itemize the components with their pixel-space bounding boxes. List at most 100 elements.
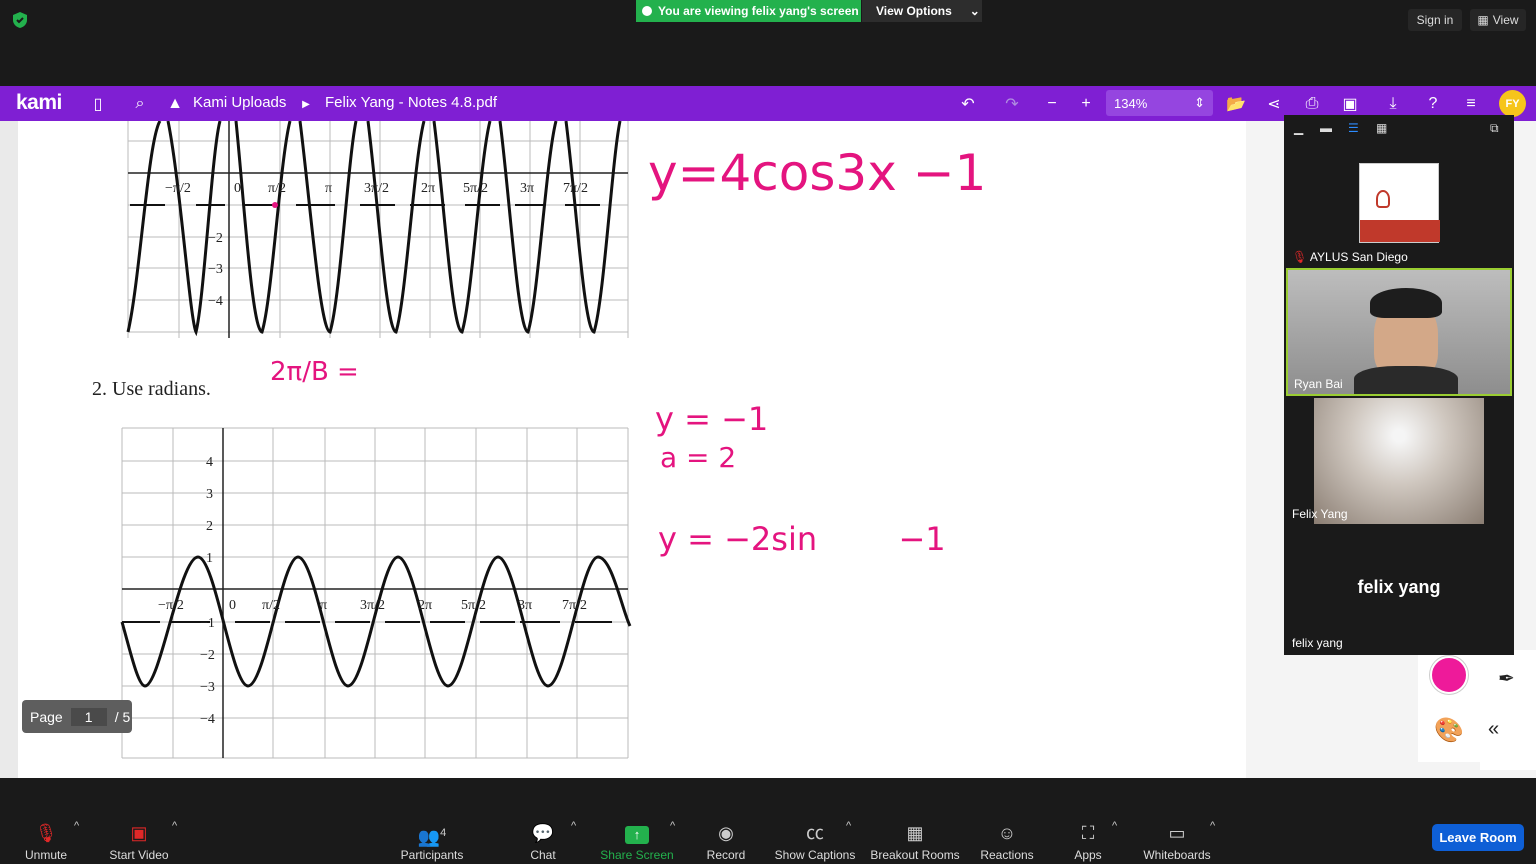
participants-count: 4 xyxy=(440,827,447,839)
felix-video xyxy=(1314,398,1484,524)
minimize-icon[interactable]: ▁ xyxy=(1294,121,1303,135)
g1-xtick-5: 2π xyxy=(421,181,435,196)
show-captions-label: Show Captions xyxy=(774,848,856,862)
audio-options-chevron-icon[interactable]: ^ xyxy=(74,820,79,832)
g2-xtick-3: π xyxy=(320,598,327,613)
gallery-grid-icon[interactable]: ▦ xyxy=(1376,121,1387,135)
share-icon[interactable]: ⋖ xyxy=(1264,94,1284,114)
participants-label: Participants xyxy=(400,848,464,862)
updown-icon: ⇕ xyxy=(1194,95,1205,110)
pdf-page[interactable]: −π/2 0 π/2 π 3π/2 2π 5π/2 3π 7π/2 −2 −3 … xyxy=(18,121,1246,778)
chevron-down-icon: ⌄ xyxy=(969,4,980,18)
menu-icon[interactable]: ≡ xyxy=(1461,94,1481,114)
ink-color-swatch[interactable] xyxy=(1430,656,1468,694)
page-label: Page xyxy=(30,708,63,725)
g2-xtick-4: 3π/2 xyxy=(360,598,385,613)
unmute-button[interactable]: 🎙 Unmute xyxy=(20,818,72,862)
g1-xtick-1: 0 xyxy=(234,181,241,196)
start-video-button[interactable]: ▣ Start Video xyxy=(104,818,174,862)
ryan-hair xyxy=(1370,288,1442,318)
start-video-label: Start Video xyxy=(109,848,169,862)
record-icon: ◉ xyxy=(718,823,734,843)
undo-icon[interactable]: ↶ xyxy=(958,94,978,114)
record-label: Record xyxy=(706,848,746,862)
chat-options-chevron-icon[interactable]: ^ xyxy=(571,820,576,832)
pen-tool-icon[interactable]: ✒ xyxy=(1498,666,1515,691)
leave-room-button[interactable]: Leave Room xyxy=(1432,824,1524,851)
strip-view-icon[interactable]: ☰ xyxy=(1348,121,1359,135)
share-options-chevron-icon[interactable]: ^ xyxy=(670,820,675,832)
breadcrumb-kami-uploads[interactable]: Kami Uploads xyxy=(193,94,286,111)
user-avatar[interactable]: FY xyxy=(1499,90,1526,117)
g1-xtick-4: 3π/2 xyxy=(364,181,389,196)
breakout-rooms-label: Breakout Rooms xyxy=(870,848,960,862)
open-folder-icon[interactable]: 📂 xyxy=(1226,94,1246,114)
zoom-value: 134% xyxy=(1114,95,1148,111)
g2-xtick-7: 3π xyxy=(518,598,532,613)
aylus-logo-banner xyxy=(1360,220,1440,242)
viewing-banner-text: You are viewing felix yang's screen xyxy=(658,4,859,18)
g2-xtick-0: −π/2 xyxy=(158,598,184,613)
participant-tile-aylus[interactable]: 🎙 AYLUS San Diego xyxy=(1286,145,1512,267)
apps-options-chevron-icon[interactable]: ^ xyxy=(1112,820,1117,832)
sign-in-button[interactable]: Sign in xyxy=(1408,9,1462,31)
print-icon[interactable]: ⎙ xyxy=(1302,94,1322,114)
breakout-rooms-button[interactable]: ▦ Breakout Rooms xyxy=(868,818,962,862)
redo-icon[interactable]: ↷ xyxy=(1002,94,1022,114)
video-options-chevron-icon[interactable]: ^ xyxy=(172,820,177,832)
g1-xtick-0: −π/2 xyxy=(165,181,191,196)
reactions-button[interactable]: ☺ Reactions xyxy=(978,818,1036,862)
grid-view-icon: ▦ xyxy=(1477,13,1489,27)
captions-icon: ㏄ xyxy=(806,823,824,843)
g2-xtick-5: 2π xyxy=(418,598,432,613)
g2-ytick-0: 4 xyxy=(206,455,213,470)
download-icon[interactable]: ⤓ xyxy=(1383,94,1403,114)
view-button[interactable]: ▦ View xyxy=(1470,9,1526,31)
whiteboard-options-chevron-icon[interactable]: ^ xyxy=(1210,820,1215,832)
page-total: / 5 xyxy=(114,708,131,725)
handwriting-eq2a: y = −1 xyxy=(655,400,768,438)
share-screen-button[interactable]: ↑ Share Screen xyxy=(598,818,676,862)
security-shield-icon[interactable] xyxy=(11,11,29,29)
unmute-label: Unmute xyxy=(24,848,68,862)
page-number-input[interactable]: 1 xyxy=(70,707,107,726)
whiteboards-button[interactable]: ▭ Whiteboards xyxy=(1140,818,1214,862)
zoom-out-icon[interactable]: − xyxy=(1042,94,1062,114)
g1-xtick-6: 5π/2 xyxy=(463,181,488,196)
speaker-view-icon[interactable]: ▬ xyxy=(1320,121,1332,135)
aylus-logo xyxy=(1359,163,1440,243)
zoom-select[interactable]: 134% ⇕ xyxy=(1106,90,1213,116)
palette-icon[interactable]: 🎨 xyxy=(1432,713,1466,747)
participants-button[interactable]: 👥4 Participants xyxy=(398,818,466,862)
popout-icon[interactable]: ⧉ xyxy=(1490,121,1499,135)
collapse-icon[interactable]: « xyxy=(1488,718,1499,741)
zoom-bottom-toolbar xyxy=(0,778,1536,864)
video-off-icon: ▣ xyxy=(130,823,148,843)
save-icon[interactable]: ▣ xyxy=(1340,94,1360,114)
help-icon[interactable]: ? xyxy=(1423,94,1443,114)
participant-tile-felix-yang[interactable]: felix yang felix yang xyxy=(1286,527,1512,653)
view-options-button[interactable]: View Options ⌄ xyxy=(862,0,982,22)
sidebar-toggle-icon[interactable]: ▯ xyxy=(88,94,108,114)
record-button[interactable]: ◉ Record xyxy=(704,818,748,862)
graph-1: −π/2 0 π/2 π 3π/2 2π 5π/2 3π 7π/2 −2 −3 … xyxy=(126,121,629,338)
captions-options-chevron-icon[interactable]: ^ xyxy=(846,820,851,832)
zoom-in-icon[interactable]: + xyxy=(1076,94,1096,114)
participant-gallery: ▁ ▬ ☰ ▦ ⧉ 🎙 AYLUS San Diego Ryan Bai Fel… xyxy=(1284,115,1514,655)
lightbulb-icon xyxy=(1376,190,1390,208)
drive-icon[interactable]: ▲ xyxy=(165,94,185,114)
g1-xtick-7: 3π xyxy=(520,181,534,196)
g2-ytick-4: −1 xyxy=(200,616,215,631)
search-icon[interactable]: ⌕ xyxy=(130,94,150,114)
whiteboards-label: Whiteboards xyxy=(1143,848,1211,862)
apps-button[interactable]: ⛶ Apps xyxy=(1070,818,1106,862)
g1-ytick-2: −4 xyxy=(208,294,223,309)
muted-mic-icon: 🎙 xyxy=(1292,250,1308,264)
participant-tile-ryan[interactable]: Ryan Bai xyxy=(1286,268,1512,396)
kami-logo[interactable]: kami xyxy=(16,91,62,115)
graph-2: −π/2 0 π/2 π 3π/2 2π 5π/2 3π 7π/2 4 3 2 … xyxy=(120,427,632,759)
file-name[interactable]: Felix Yang - Notes 4.8.pdf xyxy=(325,94,497,111)
participant-tile-felix-video[interactable]: Felix Yang xyxy=(1286,398,1512,524)
g2-ytick-2: 2 xyxy=(206,519,213,534)
chat-button[interactable]: 💬 Chat xyxy=(524,818,562,862)
